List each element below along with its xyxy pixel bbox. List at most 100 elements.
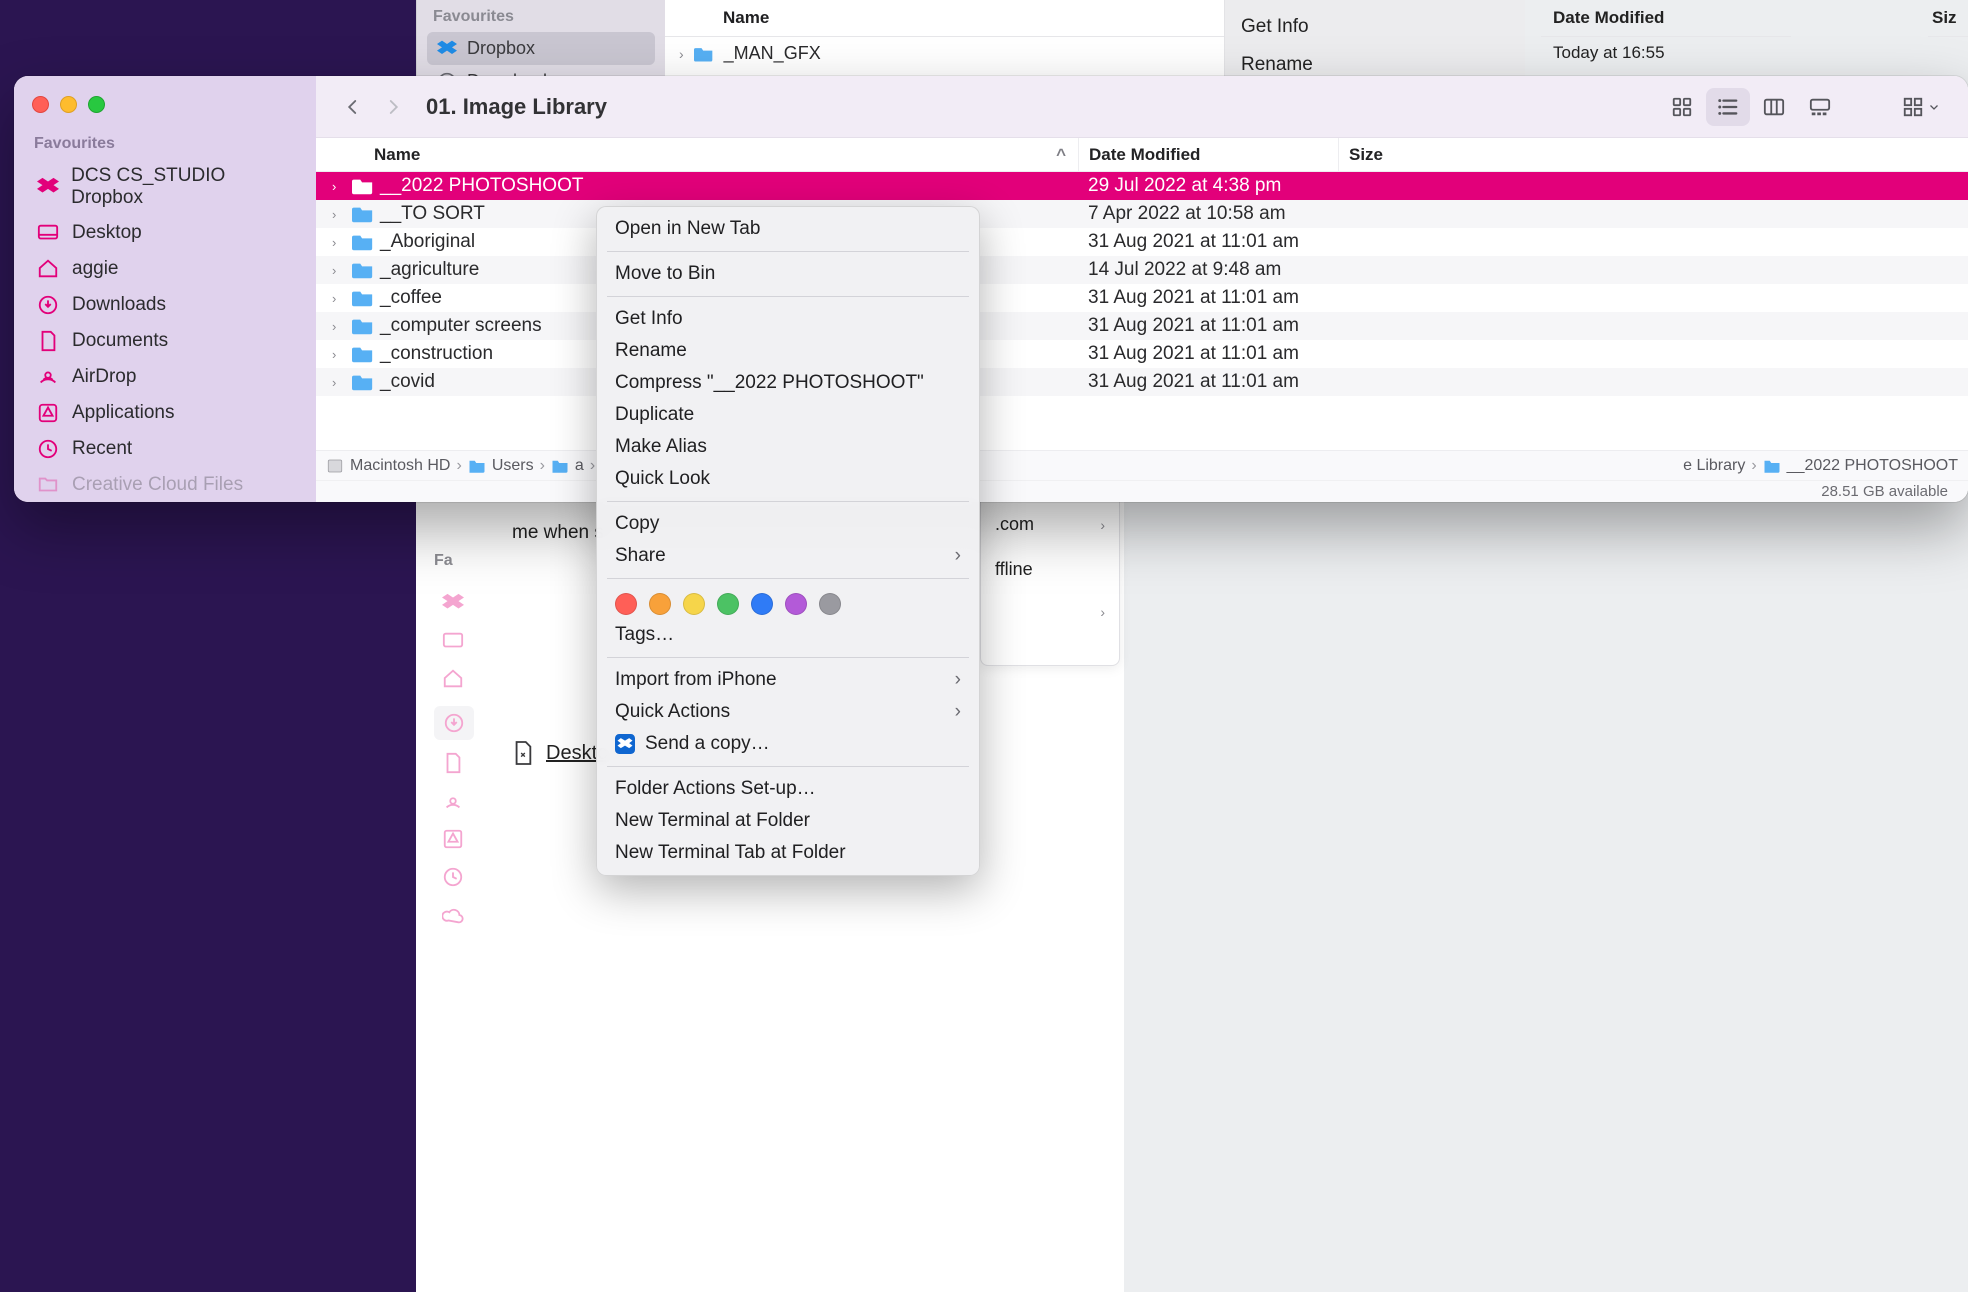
menu-new-terminal-tab[interactable]: New Terminal Tab at Folder — [597, 837, 979, 869]
sidebar-item-applications[interactable]: Applications — [28, 395, 302, 431]
menu-duplicate[interactable]: Duplicate — [597, 399, 979, 431]
sidebar-item-downloads[interactable]: Downloads — [28, 287, 302, 323]
file-row[interactable]: ›__2022 PHOTOSHOOT29 Jul 2022 at 4:38 pm — [316, 172, 1968, 200]
file-row[interactable]: ›_Aboriginal31 Aug 2021 at 11:01 am — [316, 228, 1968, 256]
sidebar-item-desktop[interactable]: Desktop — [28, 215, 302, 251]
file-date: 31 Aug 2021 at 11:01 am — [1078, 315, 1338, 337]
menu-make-alias[interactable]: Make Alias — [597, 431, 979, 463]
menu-get-info[interactable]: Get Info — [597, 303, 979, 335]
bg-name-header[interactable]: Name — [665, 0, 1224, 37]
menu-rename[interactable]: Rename — [597, 335, 979, 367]
tag-color-button[interactable] — [717, 593, 739, 615]
disclosure-icon[interactable]: › — [332, 375, 346, 390]
file-row[interactable]: ›_covid31 Aug 2021 at 11:01 am — [316, 368, 1968, 396]
gallery-view-button[interactable] — [1798, 88, 1842, 126]
back-button[interactable] — [336, 90, 370, 124]
path-crumb[interactable]: e Library — [1683, 457, 1745, 475]
sidebar-item-recent[interactable]: Recent — [28, 431, 302, 467]
minimize-button[interactable] — [60, 96, 77, 113]
download-icon[interactable] — [434, 706, 474, 740]
dropbox-icon[interactable] — [442, 592, 468, 618]
cloud-icon[interactable] — [442, 904, 468, 930]
file-row[interactable]: ›_coffee31 Aug 2021 at 11:01 am — [316, 284, 1968, 312]
tag-color-button[interactable] — [649, 593, 671, 615]
folder-icon — [352, 371, 374, 393]
menu-import-iphone[interactable]: Import from iPhone› — [597, 664, 979, 696]
chevron-right-icon: › — [955, 701, 961, 723]
document-icon[interactable] — [442, 752, 468, 778]
disclosure-icon[interactable]: › — [332, 235, 346, 250]
sidebar-item-airdrop[interactable]: AirDrop — [28, 359, 302, 395]
bg-size-header[interactable]: Siz — [1928, 0, 1968, 37]
apps-icon — [36, 401, 60, 425]
bg-sidebar-item-dropbox[interactable]: Dropbox — [427, 32, 655, 65]
airdrop-icon[interactable] — [442, 790, 468, 816]
list-view-button[interactable] — [1706, 88, 1750, 126]
path-crumb[interactable]: Users — [468, 457, 534, 475]
sidebar-item-documents[interactable]: Documents — [28, 323, 302, 359]
size-column-header[interactable]: Size — [1338, 138, 1968, 171]
menu-move-to-bin[interactable]: Move to Bin — [597, 258, 979, 290]
maximize-button[interactable] — [88, 96, 105, 113]
disclosure-icon[interactable]: › — [332, 207, 346, 222]
menu-tags[interactable]: Tags… — [597, 619, 979, 651]
path-crumb[interactable]: a — [551, 457, 584, 475]
file-row[interactable]: ›_agriculture14 Jul 2022 at 9:48 am — [316, 256, 1968, 284]
file-row[interactable]: ›__TO SORT7 Apr 2022 at 10:58 am — [316, 200, 1968, 228]
file-name: _Aboriginal — [380, 231, 475, 253]
menu-folder-actions[interactable]: Folder Actions Set-up… — [597, 773, 979, 805]
background-right-popover: .com› ffline › — [980, 502, 1120, 666]
disclosure-icon[interactable]: › — [332, 179, 346, 194]
bg-menu-get-info[interactable]: Get Info — [1241, 8, 1509, 46]
column-view-button[interactable] — [1752, 88, 1796, 126]
menu-open-new-tab[interactable]: Open in New Tab — [597, 213, 979, 245]
menu-new-terminal[interactable]: New Terminal at Folder — [597, 805, 979, 837]
close-button[interactable] — [32, 96, 49, 113]
menu-compress[interactable]: Compress "__2022 PHOTOSHOOT" — [597, 367, 979, 399]
menu-quick-actions[interactable]: Quick Actions› — [597, 696, 979, 728]
bg-file-row[interactable]: › _MAN_GFX — [665, 37, 1224, 70]
recent-icon[interactable] — [442, 866, 468, 892]
forward-button[interactable] — [376, 90, 410, 124]
icon-view-button[interactable] — [1660, 88, 1704, 126]
bg-desktop-link[interactable]: Deskto — [512, 740, 608, 766]
bg-popover-line[interactable]: › — [981, 592, 1119, 632]
menu-quick-look[interactable]: Quick Look — [597, 463, 979, 495]
disclosure-icon[interactable]: › — [332, 291, 346, 306]
file-row[interactable]: ›_computer screens31 Aug 2021 at 11:01 a… — [316, 312, 1968, 340]
bg-popover-line[interactable]: .com› — [981, 502, 1119, 547]
disclosure-icon[interactable]: › — [332, 263, 346, 278]
sidebar-item-creative-cloud[interactable]: Creative Cloud Files — [28, 467, 302, 502]
tag-color-button[interactable] — [683, 593, 705, 615]
disclosure-icon[interactable]: › — [332, 347, 346, 362]
group-by-button[interactable] — [1894, 88, 1948, 126]
sidebar-item-label: Applications — [72, 402, 174, 424]
apps-icon[interactable] — [442, 828, 468, 854]
sidebar-item-label: DCS CS_STUDIO Dropbox — [71, 165, 294, 209]
tag-color-button[interactable] — [751, 593, 773, 615]
sidebar-item-dropbox[interactable]: DCS CS_STUDIO Dropbox — [28, 159, 302, 215]
menu-send-copy[interactable]: Send a copy… — [597, 728, 979, 760]
path-crumb[interactable]: Macintosh HD — [326, 457, 450, 475]
chevron-right-icon: › — [955, 545, 961, 567]
sidebar-item-home[interactable]: aggie — [28, 251, 302, 287]
sort-indicator-icon: ^ — [1056, 145, 1066, 165]
name-column-header[interactable]: Name ^ — [316, 145, 1078, 165]
disclosure-icon[interactable]: › — [332, 319, 346, 334]
folder-icon — [551, 458, 569, 474]
recent-icon — [36, 437, 60, 461]
home-icon[interactable] — [442, 668, 468, 694]
tag-color-button[interactable] — [615, 593, 637, 615]
disclosure-icon[interactable]: › — [679, 46, 684, 62]
file-date: 29 Jul 2022 at 4:38 pm — [1078, 175, 1338, 197]
menu-share[interactable]: Share› — [597, 540, 979, 572]
path-crumb[interactable]: __2022 PHOTOSHOOT — [1763, 457, 1958, 475]
desktop-icon[interactable] — [442, 630, 468, 656]
menu-copy[interactable]: Copy — [597, 508, 979, 540]
chevron-right-icon: › — [590, 457, 595, 475]
bg-date-header[interactable]: Date Modified — [1541, 0, 1791, 37]
date-column-header[interactable]: Date Modified — [1078, 138, 1338, 171]
tag-color-button[interactable] — [819, 593, 841, 615]
tag-color-button[interactable] — [785, 593, 807, 615]
file-row[interactable]: ›_construction31 Aug 2021 at 11:01 am — [316, 340, 1968, 368]
